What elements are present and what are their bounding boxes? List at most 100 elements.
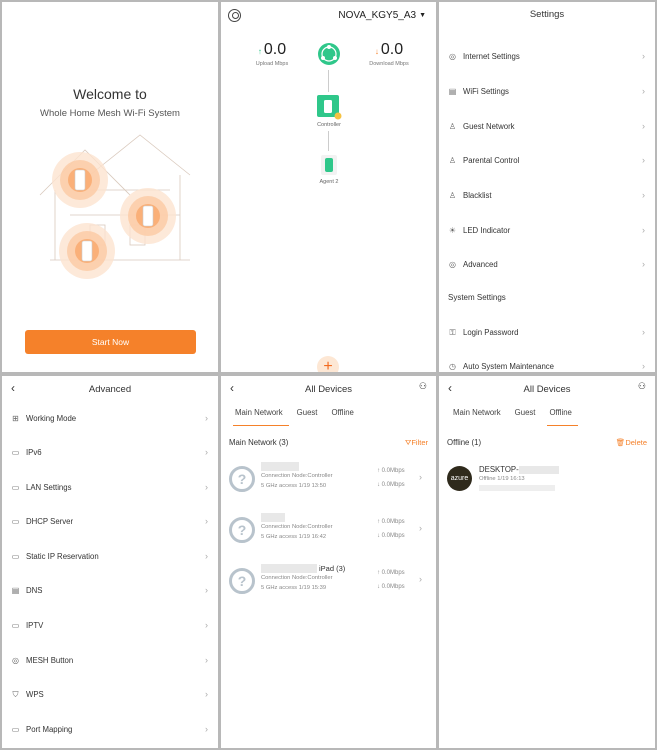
connection-node: Connection Node:Controller <box>261 575 333 581</box>
tab-guest[interactable]: Guest <box>295 408 324 426</box>
network-selector[interactable]: NOVA_KGY5_A3 ▼ <box>338 10 426 21</box>
advanced-icon: ◎ <box>449 259 456 269</box>
chevron-right-icon: › <box>642 121 645 131</box>
offline-device-row[interactable]: azure DESKTOP- Offline 1/19 16:13 <box>447 465 647 497</box>
device-row[interactable]: ? Connection Node:Controller 5 GHz acces… <box>229 513 429 553</box>
tab-main-network[interactable]: Main Network <box>233 408 289 426</box>
connection-line <box>328 131 329 151</box>
settings-item-advanced[interactable]: ◎ Advanced › <box>439 254 655 274</box>
advanced-item-lan-settings[interactable]: ▭ LAN Settings › <box>2 477 218 497</box>
chevron-right-icon: › <box>642 86 645 96</box>
chevron-right-icon: › <box>642 259 645 269</box>
settings-item-guest[interactable]: ♙ Guest Network › <box>439 116 655 136</box>
wifi-icon: ▤ <box>448 86 457 96</box>
upload-rate: ↑ 0.0Mbps <box>377 468 405 474</box>
tab-offline[interactable]: Offline <box>547 408 578 426</box>
item-label: Login Password <box>463 327 519 337</box>
device-status: Offline 1/19 16:13 <box>479 476 525 482</box>
advanced-item-iptv[interactable]: ▭ IPTV › <box>2 615 218 635</box>
page-title: Settings <box>529 9 565 20</box>
settings-item-wifi[interactable]: ▤ WiFi Settings › <box>439 81 655 101</box>
guest-icon: ♙ <box>448 121 457 131</box>
download-rate: ↓ 0.0Mbps <box>377 533 405 539</box>
mesh-button-icon: ◎ <box>12 655 19 665</box>
device-row[interactable]: ? Connection Node:Controller 5 GHz acces… <box>229 462 429 502</box>
access-info: 5 GHz access 1/19 15:39 <box>261 585 327 591</box>
tab-offline[interactable]: Offline <box>329 408 359 426</box>
tab-guest[interactable]: Guest <box>513 408 542 426</box>
welcome-subtitle: Whole Home Mesh Wi-Fi System <box>40 108 180 119</box>
item-label: IPv6 <box>26 447 42 457</box>
item-label: Guest Network <box>463 121 515 131</box>
settings-item-login-password[interactable]: ⚿ Login Password › <box>439 322 655 342</box>
page-title: All Devices <box>305 384 352 395</box>
device-settings-icon[interactable]: ⚇ <box>419 381 427 392</box>
chevron-right-icon: › <box>205 413 208 423</box>
globe-icon: ◎ <box>449 51 456 61</box>
advanced-item-dhcp-server[interactable]: ▭ DHCP Server › <box>2 511 218 531</box>
advanced-item-mesh-button[interactable]: ◎ MESH Button › <box>2 650 218 670</box>
upload-value: 0.0 <box>263 41 287 58</box>
offline-devices-screen: ‹ All Devices ⚇ Main Network Guest Offli… <box>439 376 655 748</box>
item-label: WiFi Settings <box>463 86 509 96</box>
chevron-right-icon: › <box>205 724 208 734</box>
device-avatar: azure <box>447 466 472 491</box>
unknown-device-icon: ? <box>229 517 255 543</box>
item-label: Parental Control <box>463 155 520 165</box>
chevron-right-icon: › <box>419 472 422 482</box>
chevron-right-icon: › <box>205 447 208 457</box>
trash-icon: 🗑 <box>615 438 626 447</box>
settings-screen: Settings ◎ Internet Settings › ▤ WiFi Se… <box>439 2 655 372</box>
upload-rate: ↑ 0.0Mbps <box>377 570 405 576</box>
port-mapping-icon: ▭ <box>11 724 20 734</box>
controller-node-icon[interactable] <box>316 94 342 120</box>
connection-line <box>328 70 329 92</box>
settings-item-auto-maintenance[interactable]: ◷ Auto System Maintenance › <box>439 356 655 372</box>
device-row[interactable]: ? iPad (3) Connection Node:Controller 5 … <box>229 564 429 604</box>
wps-icon: ⛉ <box>12 689 19 699</box>
agent-label: Agent 2 <box>319 179 339 185</box>
redacted-block <box>479 485 555 491</box>
chevron-right-icon: › <box>205 551 208 561</box>
advanced-item-static-ip[interactable]: ▭ Static IP Reservation › <box>2 546 218 566</box>
advanced-item-wps[interactable]: ⛉ WPS › <box>2 684 218 704</box>
unknown-device-icon: ? <box>229 568 255 594</box>
page-title: All Devices <box>523 384 571 395</box>
device-name: DESKTOP- <box>479 465 519 474</box>
iptv-icon: ▭ <box>11 620 20 630</box>
start-now-button[interactable]: Start Now <box>25 330 196 354</box>
network-name: NOVA_KGY5_A3 <box>338 10 417 21</box>
advanced-item-working-mode[interactable]: ⊞ Working Mode › <box>2 408 218 428</box>
user-account-icon[interactable] <box>228 9 241 22</box>
dhcp-icon: ▭ <box>11 516 20 526</box>
advanced-item-port-mapping[interactable]: ▭ Port Mapping › <box>2 719 218 739</box>
item-label: WPS <box>26 689 44 699</box>
settings-item-led[interactable]: ☀ LED Indicator › <box>439 220 655 240</box>
network-tabs: Main Network Guest Offline <box>439 408 655 426</box>
section-header: Offline (1) 🗑Delete <box>447 438 647 447</box>
settings-item-internet[interactable]: ◎ Internet Settings › <box>439 46 655 66</box>
internet-globe-icon[interactable] <box>317 42 341 66</box>
chevron-right-icon: › <box>642 361 645 371</box>
item-label: DHCP Server <box>26 516 74 526</box>
settings-item-parental[interactable]: ♙ Parental Control › <box>439 150 655 170</box>
agent-node-icon[interactable] <box>320 154 338 176</box>
upload-arrow-icon: ↑ <box>257 47 262 56</box>
item-label: Auto System Maintenance <box>463 361 555 371</box>
chevron-right-icon: › <box>419 574 422 584</box>
delete-button[interactable]: 🗑Delete <box>616 438 647 447</box>
chevron-right-icon: › <box>419 523 422 533</box>
lan-icon: ▭ <box>11 482 20 492</box>
filter-button[interactable]: ⛛Filter <box>405 438 428 448</box>
add-node-button[interactable]: + <box>317 356 339 372</box>
redacted-block <box>518 465 559 474</box>
access-info: 5 GHz access 1/19 16:42 <box>261 534 327 540</box>
tab-main-network[interactable]: Main Network <box>451 408 507 426</box>
settings-item-blacklist[interactable]: ♙ Blacklist › <box>439 185 655 205</box>
advanced-item-ipv6[interactable]: ▭ IPv6 › <box>2 442 218 462</box>
device-settings-icon[interactable]: ⚇ <box>638 381 646 392</box>
caret-down-icon: ▼ <box>419 12 426 19</box>
item-label: MESH Button <box>26 655 74 665</box>
item-label: IPTV <box>26 620 44 630</box>
advanced-item-dns[interactable]: ▤ DNS › <box>2 580 218 600</box>
